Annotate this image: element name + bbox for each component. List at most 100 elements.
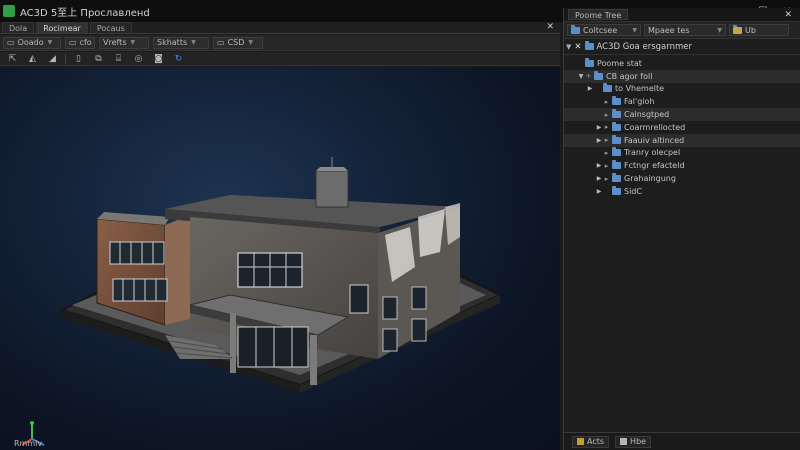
visibility-icon[interactable]: ▸ (603, 149, 610, 157)
folder-icon (612, 173, 621, 183)
folder-icon (733, 24, 742, 34)
folder-icon (612, 109, 621, 119)
tree-item[interactable]: ▸ Tranry olecpel (564, 147, 800, 160)
chevron-down-icon: ▼ (717, 26, 722, 34)
chevron-right-icon[interactable]: ▶ (586, 85, 594, 92)
building-model (21, 157, 503, 446)
cube-icon[interactable]: ⧉ (91, 53, 106, 65)
visibility-icon[interactable]: ▸ (603, 111, 610, 119)
visibility-icon[interactable]: ▸ (603, 175, 610, 183)
tree-item[interactable]: ▶ ▸ Faauiv altinced (564, 133, 800, 147)
close-icon[interactable]: ✕ (574, 42, 581, 52)
verts-dropdown[interactable]: Vrefts ▼ (99, 36, 149, 49)
tree-item-label: Calnsgtped (624, 110, 670, 120)
tab-rocimear[interactable]: Rocimear (36, 22, 88, 33)
folder-icon (612, 185, 621, 195)
close-panel-button[interactable]: ✕ (784, 10, 792, 20)
visibility-icon[interactable]: + (585, 72, 592, 80)
view-toolbar: ▭ Ooado ▼ ▭ cfo Vrefts ▼ Skhatts ▼ ▭ CSD… (0, 35, 560, 51)
folder-icon (612, 160, 621, 170)
folder-icon (571, 24, 580, 34)
folder-icon (584, 41, 594, 50)
folder-icon (594, 70, 603, 80)
tree-item-label: Fal'gioh (624, 97, 655, 107)
filter-dropdown[interactable]: Mpaee tes ▼ (644, 24, 726, 36)
folder-icon (612, 134, 621, 144)
rotate-icon[interactable]: ◢ (45, 53, 60, 65)
tab-scene-tree[interactable]: Poome Tree (568, 9, 629, 20)
chevron-down-icon[interactable]: ▼ (577, 73, 585, 80)
mode-dropdown[interactable]: ▭ cfo (65, 36, 95, 49)
toolbar-divider (65, 53, 66, 64)
view-mode-label: Ub (745, 25, 756, 35)
visibility-icon[interactable]: ▸ (603, 98, 610, 106)
scale-icon[interactable]: ◭ (25, 53, 40, 65)
filter-dropdown-label: Mpaee tes (648, 25, 690, 35)
tree-item-label: Poome stat (597, 58, 642, 68)
folder-icon (585, 57, 594, 67)
folder-icon (603, 83, 612, 93)
visibility-icon[interactable]: ▸ (603, 123, 610, 131)
chevron-down-icon: ▼ (566, 42, 572, 51)
layer-icon: ▭ (69, 38, 77, 47)
refresh-icon[interactable]: ↻ (171, 53, 186, 65)
camera-icon[interactable]: ◙ (151, 53, 166, 65)
shading-dropdown[interactable]: Skhatts ▼ (153, 36, 209, 49)
tree-item[interactable]: ▶ ▸ Coarmrellocted (564, 121, 800, 134)
tab-assets-label: Acts (587, 437, 605, 446)
tab-dola[interactable]: Dola (2, 22, 35, 33)
collection-dropdown[interactable]: Coltcsee ▼ (567, 24, 641, 36)
tree-item-label: Fctngr efacteld (624, 161, 685, 171)
tree-item[interactable]: ▶ ▸ Fctngr efacteld (564, 159, 800, 172)
tree-item[interactable]: ▸ Calnsgtped (564, 108, 800, 121)
tree-item[interactable]: ▶ to Vhemelte (564, 83, 800, 96)
verts-dropdown-label: Vrefts (103, 38, 127, 47)
tree-item-label: Coarmrellocted (624, 122, 686, 132)
tree-item-label: Tranry olecpel (624, 148, 681, 158)
scene-root-header[interactable]: ▼ ✕ AC3D Goa ersgarnmer (564, 39, 800, 55)
tree-item-label: SidC (624, 186, 642, 196)
chevron-down-icon: ▼ (47, 39, 53, 46)
tree-item[interactable]: ▸ Fal'gioh (564, 95, 800, 108)
panel-title-bar: Poome Tree ✕ (564, 8, 800, 22)
view-dropdown-label: Ooado (17, 38, 44, 47)
chevron-down-icon: ▼ (248, 39, 254, 46)
document-tabs: Dola Rocimear Pocaus ✕ (0, 22, 560, 34)
tree-item[interactable]: ▼ + CB agor foll (564, 69, 800, 83)
visibility-icon[interactable]: ▸ (603, 136, 610, 144)
tree-item[interactable]: Poome stat (564, 57, 800, 70)
3d-viewport[interactable]: Rmmlv (0, 67, 560, 450)
tab-assets[interactable]: Acts (572, 435, 610, 448)
chevron-right-icon[interactable]: ▶ (595, 188, 603, 195)
tools-toolbar: ⇱ ◭ ◢ ▯ ⧉ ⌸ ◎ ◙ ↻ (0, 52, 560, 66)
close-pane-button[interactable]: ✕ (546, 22, 554, 33)
mode-dropdown-label: cfo (79, 38, 92, 47)
view-dropdown[interactable]: ▭ Ooado ▼ (3, 36, 61, 49)
chevron-down-icon: ▼ (130, 39, 136, 46)
chevron-right-icon[interactable]: ▶ (595, 175, 603, 182)
visibility-icon[interactable]: ▸ (603, 162, 610, 170)
tab-pocaus[interactable]: Pocaus (89, 22, 132, 33)
collection-dropdown-label: Coltcsee (583, 25, 618, 35)
page-icon[interactable]: ▯ (71, 53, 86, 65)
render-dropdown[interactable]: ▭ CSD ▼ (213, 36, 263, 49)
tree-item-label: Grahaingung (624, 174, 676, 184)
tree-item[interactable]: ▶ ▸ Grahaingung (564, 172, 800, 185)
scene-tree-panel: Poome Tree ✕ Coltcsee ▼ Mpaee tes ▼ Ub ▼… (563, 8, 800, 450)
chimney (315, 170, 349, 208)
window-title: AC3D 5至上 Прославленd (20, 7, 150, 19)
cylinder-icon[interactable]: ⌸ (111, 53, 126, 65)
folder-icon (612, 96, 621, 106)
chevron-right-icon[interactable]: ▶ (595, 137, 603, 144)
chevron-right-icon[interactable]: ▶ (595, 162, 603, 169)
view-mode-dropdown[interactable]: Ub (729, 24, 789, 36)
sphere-icon[interactable]: ◎ (131, 53, 146, 65)
move-icon[interactable]: ⇱ (5, 53, 20, 65)
chevron-right-icon[interactable]: ▶ (595, 124, 603, 131)
chevron-down-icon: ▼ (191, 39, 196, 46)
shading-dropdown-label: Skhatts (157, 38, 188, 47)
tab-history[interactable]: Hbe (615, 435, 652, 448)
tree-item[interactable]: ▶ SidC (564, 185, 800, 198)
panel-toolbar: Coltcsee ▼ Mpaee tes ▼ Ub (564, 22, 800, 39)
scene-tree: Poome stat ▼ + CB agor foll ▶ to Vhemelte ▸ Fal… (564, 55, 800, 198)
